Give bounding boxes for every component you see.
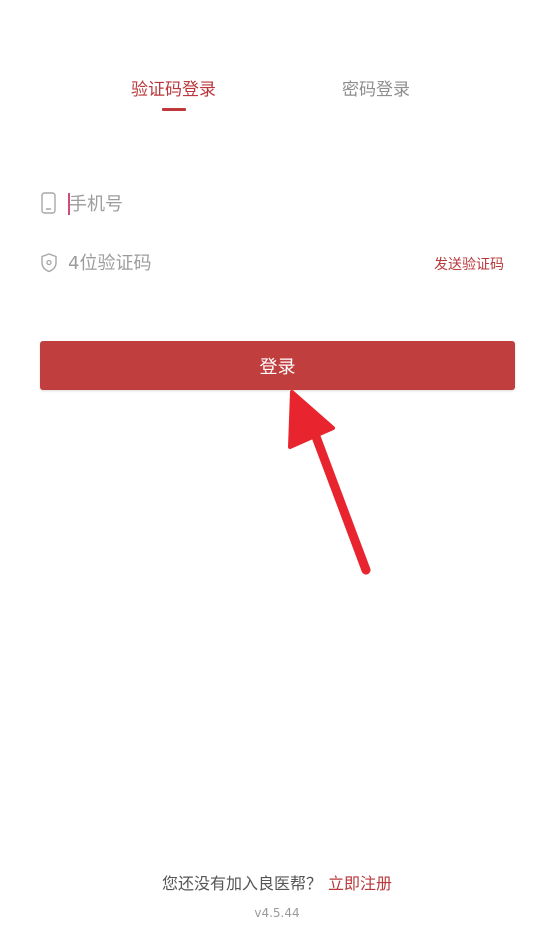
verification-code-input[interactable]: [68, 247, 398, 279]
login-tabs: 验证码登录 密码登录: [0, 78, 554, 118]
tab-sms-login[interactable]: 验证码登录: [131, 78, 216, 102]
login-page: 验证码登录 密码登录 发送验证码 登录 您还没有加入良医帮？立即注册 v4.: [0, 0, 554, 952]
annotation-arrow: [288, 390, 371, 575]
tab-password-login[interactable]: 密码登录: [342, 78, 410, 102]
shield-icon: [40, 251, 58, 275]
footer-register: 您还没有加入良医帮？ 立即注册: [0, 870, 554, 894]
register-prompt: 您还没有加入良医帮？: [161, 874, 322, 893]
register-link[interactable]: 立即注册: [328, 874, 392, 893]
login-button[interactable]: 登录: [40, 341, 515, 390]
phone-row: [40, 184, 514, 224]
phone-icon: [40, 192, 58, 216]
active-tab-indicator: [162, 108, 186, 111]
code-row: 发送验证码: [40, 243, 514, 283]
phone-input[interactable]: [69, 188, 399, 220]
send-code-button[interactable]: 发送验证码: [434, 254, 504, 274]
app-version: v4.5.44: [254, 906, 300, 920]
